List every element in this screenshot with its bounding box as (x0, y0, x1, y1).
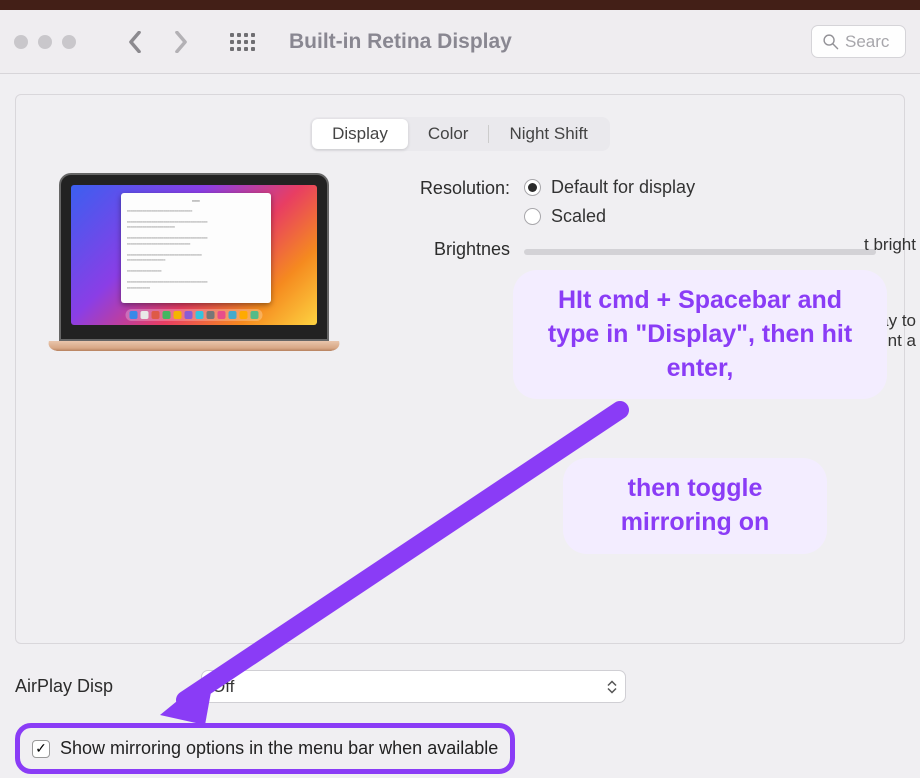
dropdown-chevrons-icon (607, 680, 617, 693)
airplay-display-row: AirPlay Disp Off (15, 670, 905, 703)
auto-brightness-fragment: t bright (864, 235, 916, 255)
forward-button[interactable] (172, 33, 190, 51)
resolution-default-text: Default for display (551, 177, 695, 198)
preview-dock (126, 309, 263, 321)
search-placeholder: Searc (845, 32, 889, 52)
resolution-row: Resolution: Default for display Scaled (384, 177, 876, 227)
show-mirroring-label: Show mirroring options in the menu bar w… (60, 738, 498, 759)
airplay-display-dropdown[interactable]: Off (201, 670, 626, 703)
preview-document: ━━━━ ━━━━━━━━━━━━━━━━━━━━━━━━━━━━━━━━━━ … (121, 193, 271, 303)
airplay-display-value: Off (212, 677, 234, 697)
radio-checked-icon (524, 179, 541, 196)
brightness-slider[interactable] (524, 249, 876, 255)
window-title: Built-in Retina Display (289, 30, 512, 54)
brightness-row: Brightnes (384, 239, 876, 260)
nav-arrows (126, 33, 190, 51)
annotation-callout-2: then toggle mirroring on (565, 460, 825, 552)
resolution-label: Resolution: (384, 177, 524, 199)
close-window-button[interactable] (14, 35, 28, 49)
minimize-window-button[interactable] (38, 35, 52, 49)
resolution-scaled-radio[interactable]: Scaled (524, 206, 695, 227)
chevron-right-icon (174, 31, 188, 53)
tab-bar: Display Color Night Shift (34, 117, 886, 151)
toolbar: Built-in Retina Display Searc (0, 10, 920, 74)
annotation-callout-1: HIt cmd + Spacebar and type in "Display"… (515, 272, 885, 397)
tab-color[interactable]: Color (408, 119, 489, 149)
display-preview: ━━━━ ━━━━━━━━━━━━━━━━━━━━━━━━━━━━━━━━━━ … (44, 173, 344, 355)
window-controls (14, 35, 76, 49)
search-icon (822, 33, 839, 50)
tab-night-shift[interactable]: Night Shift (489, 119, 607, 149)
resolution-scaled-text: Scaled (551, 206, 606, 227)
back-button[interactable] (126, 33, 144, 51)
show-mirroring-checkbox-row: ✓ Show mirroring options in the menu bar… (15, 723, 515, 774)
chevron-left-icon (128, 31, 142, 53)
show-all-icon[interactable] (230, 33, 255, 51)
tab-display[interactable]: Display (312, 119, 408, 149)
show-mirroring-checkbox[interactable]: ✓ (32, 740, 50, 758)
window-top-edge (0, 0, 920, 10)
airplay-display-label: AirPlay Disp (15, 676, 185, 697)
brightness-label: Brightnes (384, 239, 524, 260)
resolution-default-radio[interactable]: Default for display (524, 177, 695, 198)
search-input[interactable]: Searc (811, 25, 906, 58)
zoom-window-button[interactable] (62, 35, 76, 49)
radio-unchecked-icon (524, 208, 541, 225)
